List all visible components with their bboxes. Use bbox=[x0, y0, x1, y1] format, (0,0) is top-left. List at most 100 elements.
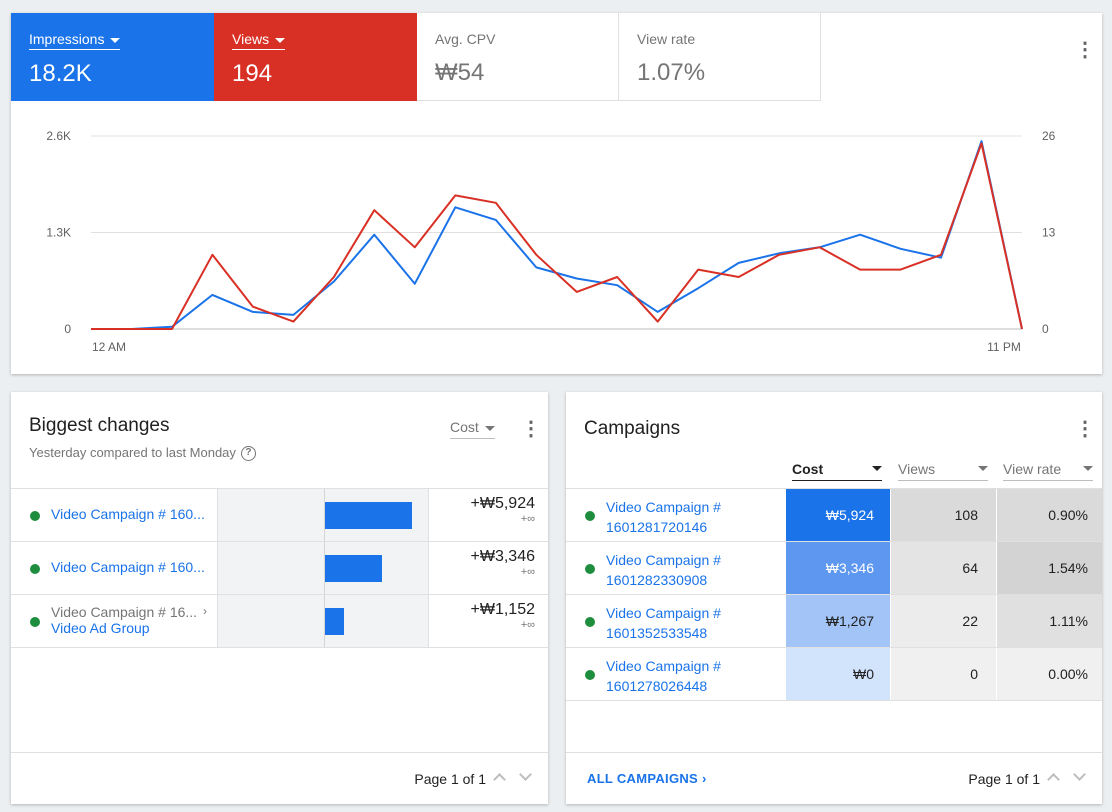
views-cell: 64 bbox=[891, 542, 996, 594]
campaign-name: Video Campaign # bbox=[606, 658, 721, 674]
left-axis-tick-label: 0 bbox=[64, 322, 71, 336]
performance-line-chart: 0 0 1.3K 13 2.6K 26 12 AM 11 PM bbox=[46, 129, 1056, 354]
card-subtitle: Yesterday compared to last Monday? bbox=[29, 445, 256, 462]
more-vert-icon[interactable] bbox=[1070, 37, 1095, 62]
campaign-id: 1601281720146 bbox=[606, 519, 708, 535]
change-value: +₩5,924 bbox=[470, 495, 535, 512]
metric-value: ₩54 bbox=[435, 59, 485, 86]
status-dot bbox=[30, 617, 40, 627]
status-dot bbox=[585, 670, 595, 680]
metric-label[interactable]: Views bbox=[232, 31, 286, 50]
campaign-id: 1601278026448 bbox=[606, 678, 708, 694]
column-header-views[interactable]: Views bbox=[898, 461, 988, 481]
bar-cell bbox=[217, 595, 429, 647]
change-bar bbox=[325, 502, 412, 529]
series-line-impressions bbox=[91, 140, 1023, 330]
campaign-row: Video Campaign # 1601352533548 ₩1,267 22 1.1… bbox=[566, 594, 1102, 647]
left-axis-tick-label: 2.6K bbox=[46, 129, 71, 143]
impressions-metric-tab[interactable]: Impressions 18.2K bbox=[11, 13, 214, 101]
metric-value: 1.07% bbox=[637, 59, 706, 86]
change-percent: +∞ bbox=[520, 619, 535, 631]
campaign-id: 1601352533548 bbox=[606, 625, 708, 641]
sort-metric-dropdown[interactable]: Cost bbox=[450, 419, 495, 439]
campaign-link[interactable]: Video Campaign # 1601282330908 bbox=[606, 542, 781, 594]
chevron-down-icon bbox=[978, 466, 988, 471]
more-vert-icon[interactable] bbox=[516, 416, 541, 441]
performance-overview-card: Impressions 18.2K Views 194 Avg. CPV ₩54… bbox=[11, 13, 1102, 374]
ad-group-link[interactable]: Video Ad Group bbox=[51, 620, 216, 636]
change-row: Video Campaign # 16... › Video Ad Group +₩1… bbox=[11, 594, 548, 647]
cost-cell: ₩0 bbox=[786, 648, 890, 700]
campaign-link[interactable]: Video Campaign # 1601278026448 bbox=[606, 648, 781, 700]
change-row: Video Campaign # 160... +₩3,346 +∞ bbox=[11, 541, 548, 594]
status-dot bbox=[585, 564, 595, 574]
next-page-icon[interactable] bbox=[1070, 767, 1090, 787]
subtitle-text: Yesterday compared to last Monday bbox=[29, 445, 236, 460]
all-campaigns-link[interactable]: ALL CAMPAIGNS › bbox=[587, 771, 707, 786]
change-value-cell: +₩1,152 +∞ bbox=[435, 595, 535, 647]
view-rate-cell: 1.11% bbox=[997, 595, 1102, 647]
page-indicator: Page 1 of 1 bbox=[968, 771, 1040, 787]
campaign-link[interactable]: Video Campaign # 1601352533548 bbox=[606, 595, 781, 647]
help-icon[interactable]: ? bbox=[240, 446, 256, 462]
row-divider bbox=[566, 700, 1102, 701]
change-percent: +∞ bbox=[520, 566, 535, 578]
biggest-changes-card: Biggest changes Yesterday compared to la… bbox=[11, 392, 548, 804]
right-axis-tick-label: 0 bbox=[1042, 322, 1049, 336]
views-cell: 22 bbox=[891, 595, 996, 647]
chevron-right-icon: › bbox=[701, 771, 707, 786]
pagination-footer: ALL CAMPAIGNS › Page 1 of 1 bbox=[566, 752, 1102, 804]
change-bar bbox=[325, 608, 344, 635]
views-metric-tab[interactable]: Views 194 bbox=[214, 13, 417, 101]
views-cell: 0 bbox=[891, 648, 996, 700]
change-value-cell: +₩5,924 +∞ bbox=[435, 489, 535, 541]
sort-arrow-icon bbox=[872, 466, 882, 471]
views-cell: 108 bbox=[891, 489, 996, 541]
campaigns-card: Campaigns Cost Views View rate Video Cam… bbox=[566, 392, 1102, 804]
name-cell: Video Campaign # 160... bbox=[51, 489, 216, 541]
next-page-icon[interactable] bbox=[516, 767, 536, 787]
series-line-views bbox=[91, 142, 1023, 330]
status-dot bbox=[30, 564, 40, 574]
metric-label[interactable]: Impressions bbox=[29, 31, 121, 50]
chevron-down-icon bbox=[1083, 466, 1093, 471]
campaign-row: Video Campaign # 1601278026448 ₩0 0 0.00% bbox=[566, 647, 1102, 700]
card-title: Campaigns bbox=[584, 418, 681, 439]
campaign-row: Video Campaign # 1601282330908 ₩3,346 64 1.5… bbox=[566, 541, 1102, 594]
view-rate-metric-tab[interactable]: View rate 1.07% bbox=[619, 13, 821, 101]
x-axis-tick-label: 11 PM bbox=[987, 340, 1021, 354]
right-axis-tick-label: 26 bbox=[1042, 129, 1056, 143]
column-header-cost[interactable]: Cost bbox=[792, 461, 882, 481]
column-label: Views bbox=[898, 461, 936, 477]
campaign-name: Video Campaign # bbox=[606, 605, 721, 621]
avg-cpv-metric-tab[interactable]: Avg. CPV ₩54 bbox=[417, 13, 619, 101]
status-dot bbox=[585, 511, 595, 521]
previous-page-icon[interactable] bbox=[490, 767, 510, 787]
change-value: +₩1,152 bbox=[470, 601, 535, 618]
campaign-link[interactable]: Video Campaign # 16... bbox=[51, 604, 216, 620]
cost-cell: ₩1,267 bbox=[786, 595, 890, 647]
campaign-link[interactable]: Video Campaign # 160... bbox=[51, 559, 216, 575]
page-indicator: Page 1 of 1 bbox=[414, 771, 486, 787]
change-value: +₩3,346 bbox=[470, 548, 535, 565]
column-header-view-rate[interactable]: View rate bbox=[1003, 461, 1093, 481]
status-dot bbox=[30, 511, 40, 521]
view-rate-cell: 0.00% bbox=[997, 648, 1102, 700]
metric-label: Avg. CPV bbox=[435, 31, 496, 47]
cost-cell: ₩3,346 bbox=[786, 542, 890, 594]
previous-page-icon[interactable] bbox=[1044, 767, 1064, 787]
change-row: Video Campaign # 160... +₩5,924 +∞ bbox=[11, 488, 548, 541]
card-title: Biggest changes bbox=[29, 415, 170, 436]
column-label: View rate bbox=[1003, 461, 1062, 477]
more-vert-icon[interactable] bbox=[1070, 416, 1095, 441]
campaign-name: Video Campaign # bbox=[606, 499, 721, 515]
right-axis-tick-label: 13 bbox=[1042, 226, 1056, 240]
status-dot bbox=[585, 617, 595, 627]
cost-cell: ₩5,924 bbox=[786, 489, 890, 541]
x-axis-tick-label: 12 AM bbox=[92, 340, 126, 354]
change-value-cell: +₩3,346 +∞ bbox=[435, 542, 535, 594]
campaign-link[interactable]: Video Campaign # 1601281720146 bbox=[606, 489, 781, 541]
left-axis-tick-label: 1.3K bbox=[46, 226, 71, 240]
campaign-link[interactable]: Video Campaign # 160... bbox=[51, 506, 216, 522]
name-cell: Video Campaign # 16... › Video Ad Group bbox=[51, 595, 216, 647]
